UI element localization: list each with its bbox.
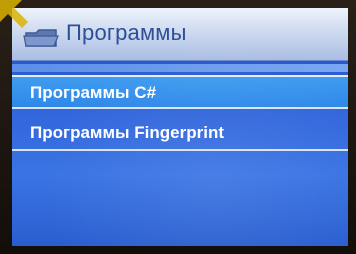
menu-item-label: Программы C#	[30, 83, 157, 102]
menu-item-fingerprint-programs[interactable]: Программы Fingerprint	[12, 117, 348, 151]
menu-item-label: Программы Fingerprint	[30, 123, 225, 142]
device-screen: Программы Программы C# Программы Fingerp…	[12, 8, 348, 246]
program-menu: Программы C# Программы Fingerprint	[12, 75, 348, 151]
corner-cursor-arrow	[0, 0, 28, 28]
device-bezel: Программы Программы C# Программы Fingerp…	[0, 0, 356, 254]
menu-item-csharp-programs[interactable]: Программы C#	[12, 75, 348, 109]
title-bar: Программы	[12, 8, 348, 61]
page-title: Программы	[66, 20, 187, 45]
title-underline	[12, 64, 348, 72]
